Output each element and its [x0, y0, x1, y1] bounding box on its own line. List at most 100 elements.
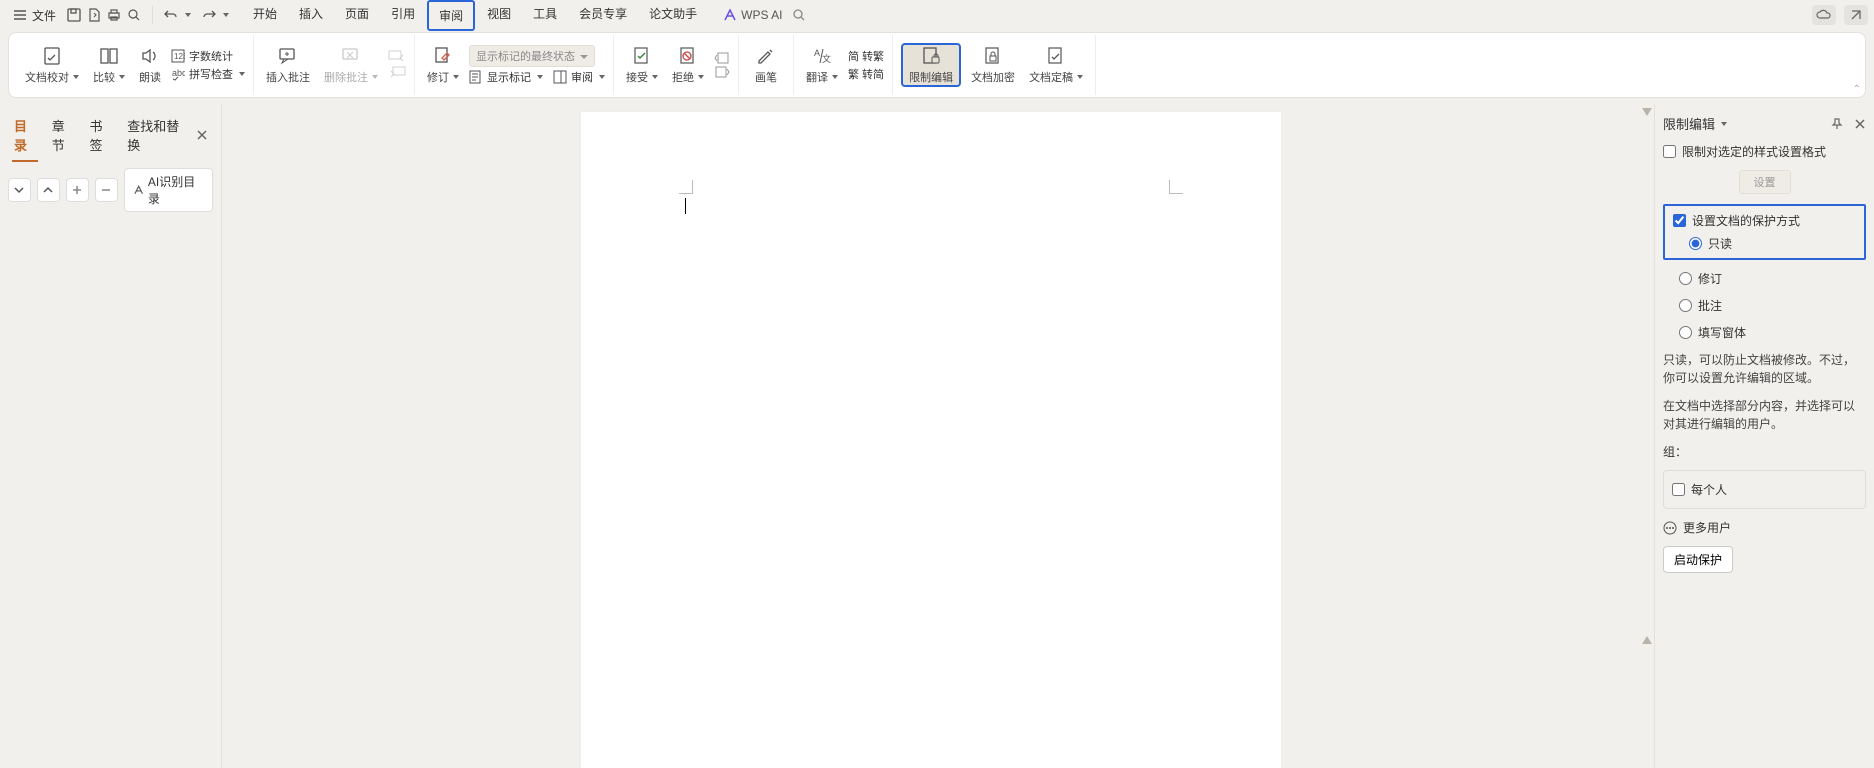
- margin-mark-tr: [1169, 180, 1183, 194]
- sidebar-tab-chapter[interactable]: 章节: [50, 112, 76, 158]
- export-icon[interactable]: [86, 7, 102, 23]
- separator: [152, 6, 153, 24]
- doc-proof-icon: [41, 45, 63, 67]
- tab-insert[interactable]: 插入: [289, 0, 333, 31]
- delete-comment-button[interactable]: 删除批注: [320, 43, 382, 87]
- preview-icon[interactable]: [126, 7, 142, 23]
- panel-title: 限制编辑: [1663, 114, 1715, 133]
- lock-doc-icon: [920, 45, 942, 67]
- trad-to-simp-button[interactable]: 繁 转简: [848, 66, 884, 82]
- doc-proof-button[interactable]: 文档校对: [21, 43, 83, 87]
- insert-comment-button[interactable]: 插入批注: [262, 43, 314, 87]
- pin-icon[interactable]: [1830, 117, 1844, 131]
- track-icon: [432, 45, 454, 67]
- restrict-editing-button[interactable]: 限制编辑: [901, 43, 961, 87]
- redo-dropdown[interactable]: [223, 13, 229, 17]
- ai-toc-button[interactable]: AI识别目录: [124, 168, 214, 212]
- radio-readonly[interactable]: 只读: [1673, 235, 1856, 252]
- share-icon[interactable]: [1844, 5, 1868, 25]
- tab-review[interactable]: 审阅: [427, 0, 475, 31]
- wps-ai-button[interactable]: WPS AI: [723, 8, 782, 22]
- set-protection-checkbox[interactable]: 设置文档的保护方式: [1673, 212, 1856, 229]
- show-markup-button[interactable]: 显示标记: [469, 69, 543, 85]
- collapse-up-button[interactable]: [37, 178, 60, 202]
- enforce-protection-button[interactable]: 启动保护: [1663, 546, 1733, 573]
- read-aloud-button[interactable]: 朗读: [135, 43, 165, 87]
- radio-forms[interactable]: 填写窗体: [1663, 324, 1866, 341]
- sidebar-tab-findreplace[interactable]: 查找和替换: [125, 112, 183, 158]
- remove-button[interactable]: [95, 178, 118, 202]
- undo-icon[interactable]: [163, 7, 179, 23]
- add-button[interactable]: [66, 178, 89, 202]
- sidebar-tab-bookmark[interactable]: 书签: [88, 112, 114, 158]
- ruler-marker-top-icon: [1642, 108, 1652, 116]
- compare-button[interactable]: 比较: [89, 43, 129, 87]
- wordcount-icon: 123: [171, 49, 185, 63]
- ink-button[interactable]: 画笔: [747, 43, 785, 87]
- tab-tools[interactable]: 工具: [523, 0, 567, 31]
- wps-ai-label: WPS AI: [741, 8, 782, 22]
- prev-change-icon[interactable]: [714, 52, 730, 64]
- tab-member[interactable]: 会员专享: [569, 0, 637, 31]
- print-icon[interactable]: [106, 7, 122, 23]
- text-cursor: [685, 198, 686, 214]
- comment-add-icon: [277, 45, 299, 67]
- search-icon[interactable]: [791, 7, 807, 23]
- expand-down-button[interactable]: [8, 178, 31, 202]
- radio-trackchanges[interactable]: 修订: [1663, 270, 1866, 287]
- document-canvas[interactable]: [222, 104, 1640, 768]
- everyone-checkbox[interactable]: 每个人: [1672, 481, 1857, 498]
- translate-icon: A文: [811, 45, 833, 67]
- tab-view[interactable]: 视图: [477, 0, 521, 31]
- speaker-icon: [139, 45, 161, 67]
- protection-desc-1: 只读，可以防止文档被修改。不过，你可以设置允许编辑的区域。: [1663, 351, 1866, 387]
- panel-close-icon[interactable]: [1854, 118, 1866, 130]
- word-count-button[interactable]: 123 字数统计: [171, 48, 245, 64]
- file-label: 文件: [32, 7, 56, 24]
- sidebar-tab-toc[interactable]: 目录: [12, 112, 38, 158]
- review-pane-icon: [553, 70, 567, 84]
- translate-button[interactable]: A文 翻译: [802, 43, 842, 87]
- reject-button[interactable]: 拒绝: [668, 43, 708, 87]
- tab-page[interactable]: 页面: [335, 0, 379, 31]
- settings-button[interactable]: 设置: [1739, 170, 1791, 194]
- prev-comment-icon[interactable]: [388, 50, 406, 64]
- spell-check-button[interactable]: abc 拼写检查: [171, 66, 245, 82]
- simp-to-trad-button[interactable]: 简 转繁: [848, 48, 884, 64]
- radio-comments[interactable]: 批注: [1663, 297, 1866, 314]
- svg-text:文: 文: [822, 53, 831, 64]
- tab-reference[interactable]: 引用: [381, 0, 425, 31]
- save-icon[interactable]: [66, 7, 82, 23]
- next-change-icon[interactable]: [714, 66, 730, 78]
- panel-title-dropdown[interactable]: [1721, 122, 1727, 126]
- comment-delete-icon: [340, 45, 362, 67]
- undo-dropdown[interactable]: [185, 13, 191, 17]
- svg-text:123: 123: [174, 52, 185, 61]
- tab-start[interactable]: 开始: [243, 0, 287, 31]
- redo-icon[interactable]: [201, 7, 217, 23]
- svg-text:abc: abc: [172, 68, 185, 78]
- margin-mark-tl: [679, 180, 693, 194]
- tab-thesis[interactable]: 论文助手: [639, 0, 707, 31]
- accept-button[interactable]: 接受: [622, 43, 662, 87]
- protection-desc-2: 在文档中选择部分内容，并选择可以对其进行编辑的用户。: [1663, 397, 1866, 433]
- limit-style-checkbox[interactable]: 限制对选定的样式设置格式: [1663, 143, 1866, 160]
- markup-state-select[interactable]: 显示标记的最终状态: [469, 45, 595, 67]
- sidebar-close-icon[interactable]: [196, 127, 209, 143]
- finalize-button[interactable]: 文档定稿: [1025, 43, 1087, 87]
- page[interactable]: [581, 112, 1281, 768]
- next-comment-icon[interactable]: [388, 66, 406, 80]
- reject-icon: [677, 45, 699, 67]
- collapse-ribbon-icon[interactable]: ⌃: [1853, 84, 1861, 95]
- more-users-button[interactable]: 更多用户: [1663, 519, 1866, 536]
- accept-icon: [631, 45, 653, 67]
- track-changes-button[interactable]: 修订: [423, 43, 463, 87]
- cloud-icon[interactable]: [1812, 5, 1836, 25]
- show-markup-icon: [469, 70, 483, 84]
- file-menu[interactable]: 文件: [6, 3, 62, 28]
- encrypt-icon: [982, 45, 1004, 67]
- hamburger-icon: [12, 7, 28, 23]
- encrypt-button[interactable]: 文档加密: [967, 43, 1019, 87]
- finalize-icon: [1045, 45, 1067, 67]
- review-pane-button[interactable]: 审阅: [553, 69, 605, 85]
